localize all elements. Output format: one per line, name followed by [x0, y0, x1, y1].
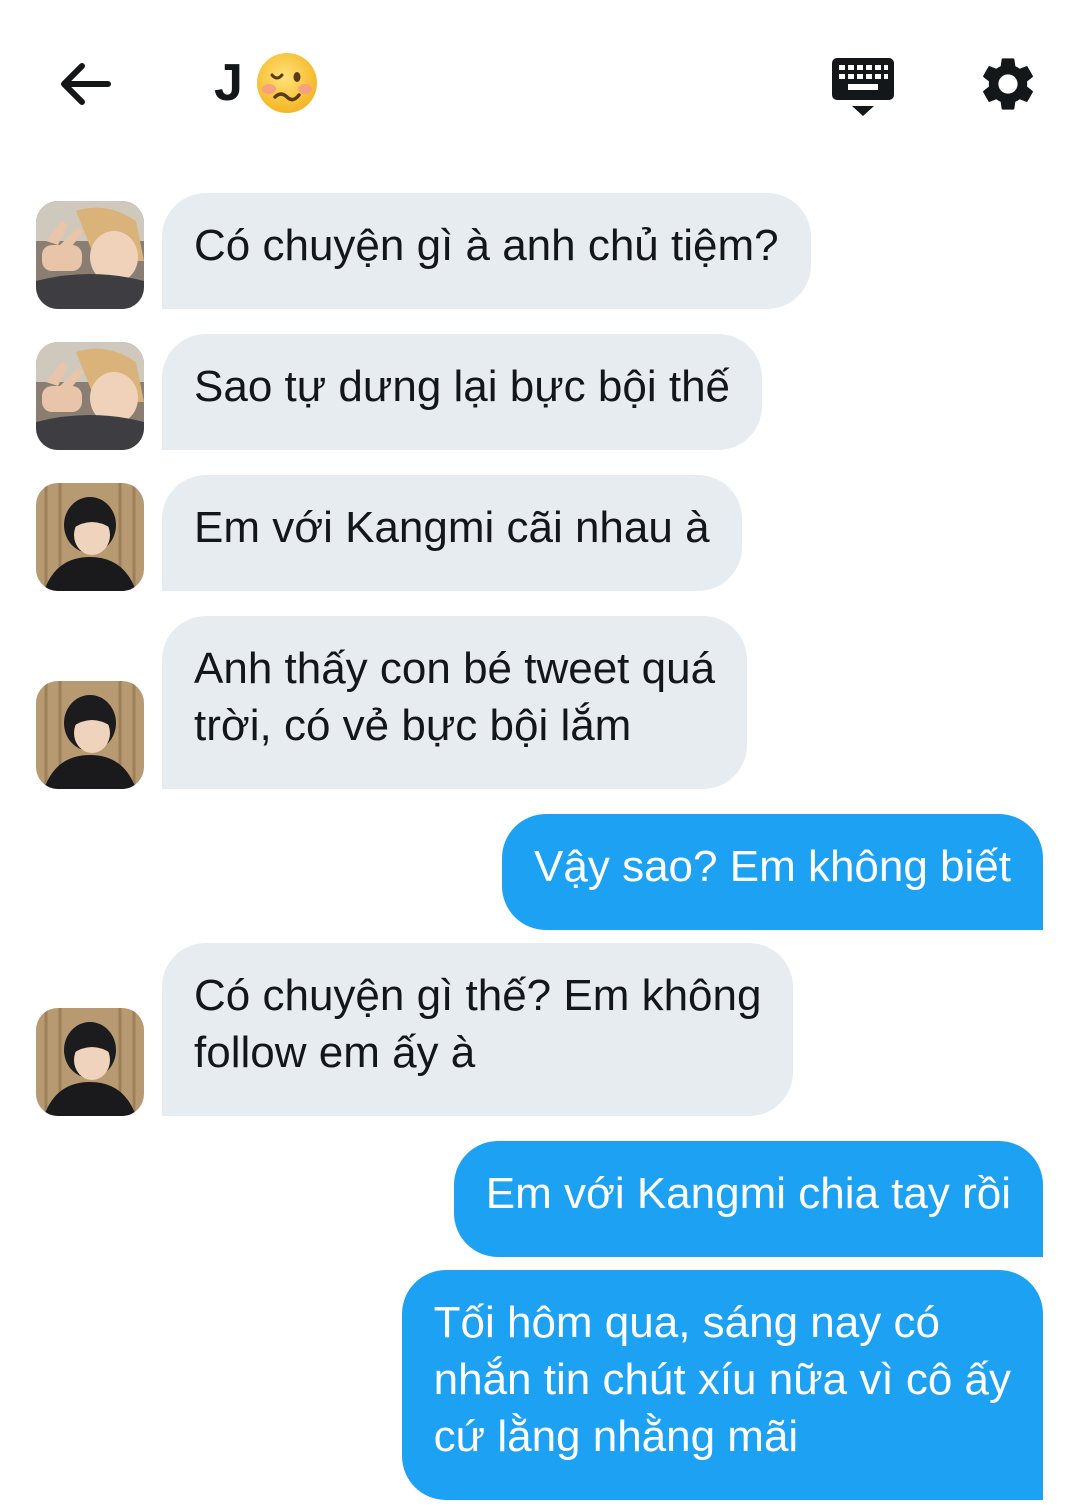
avatar-blond[interactable]	[36, 342, 144, 450]
keyboard-toggle-button[interactable]	[830, 56, 898, 120]
message-bubble-outgoing[interactable]: Vậy sao? Em không biết	[502, 814, 1043, 930]
arrow-left-icon	[61, 63, 111, 105]
avatar-dark[interactable]	[36, 483, 144, 591]
keyboard-icon	[832, 58, 894, 116]
message-bubble-incoming[interactable]: Em với Kangmi cãi nhau à	[162, 475, 742, 591]
back-button[interactable]	[52, 52, 116, 116]
avatar-dark[interactable]	[36, 681, 144, 789]
gear-icon	[983, 58, 1033, 110]
avatar-dark-image	[36, 483, 144, 591]
avatar-dark-image	[36, 681, 144, 789]
settings-button[interactable]	[976, 52, 1040, 116]
message-bubble-outgoing[interactable]: Tối hôm qua, sáng nay có nhắn tin chút x…	[401, 1270, 1043, 1500]
avatar-blond-image	[36, 201, 144, 309]
avatar-blond[interactable]	[36, 201, 144, 309]
avatar-blond-image	[36, 342, 144, 450]
message-bubble-outgoing[interactable]: Em với Kangmi chia tay rồi	[453, 1141, 1043, 1257]
conversation-title[interactable]: J	[214, 50, 319, 116]
message-bubble-incoming[interactable]: Có chuyện gì à anh chủ tiệm?	[162, 193, 811, 309]
message-bubble-incoming[interactable]: Có chuyện gì thế? Em không follow em ấy …	[162, 943, 794, 1116]
message-bubble-incoming[interactable]: Anh thấy con bé tweet quá trời, có vẻ bự…	[162, 616, 748, 789]
contact-name: J	[214, 54, 243, 112]
avatar-dark[interactable]	[36, 1008, 144, 1116]
avatar-dark-image	[36, 1008, 144, 1116]
message-bubble-incoming[interactable]: Sao tự dưng lại bực bội thế	[162, 334, 763, 450]
woozy-face-emoji-icon	[256, 53, 317, 113]
conversation-header: J	[0, 0, 1080, 170]
